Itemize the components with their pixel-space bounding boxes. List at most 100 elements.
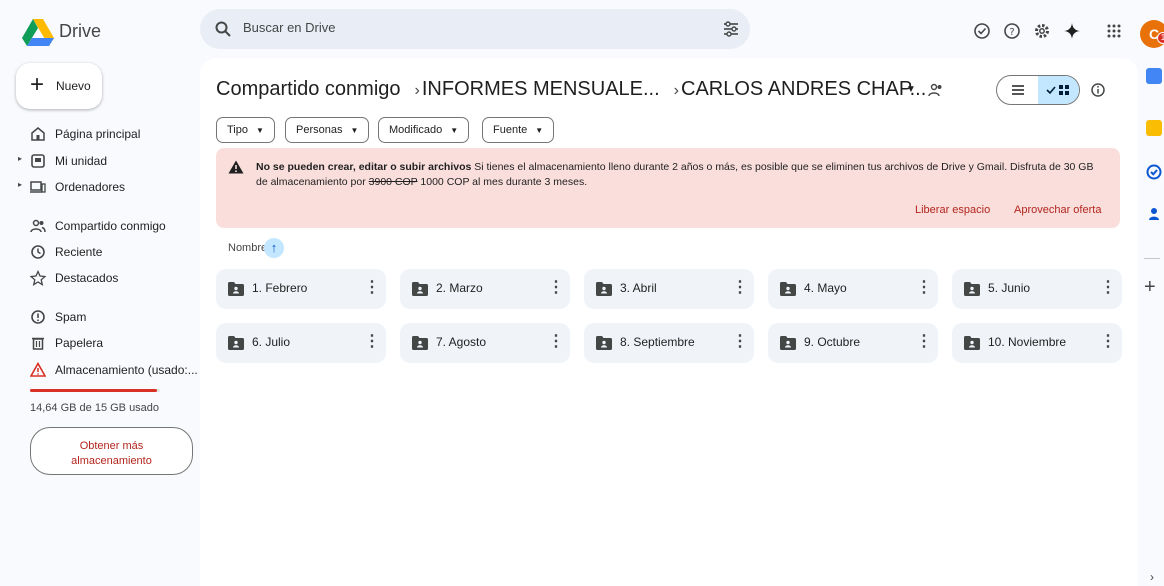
- filter-label: Modificado: [389, 124, 443, 136]
- more-options-icon[interactable]: ⋮: [364, 278, 380, 298]
- sidebar-item-shared[interactable]: Compartido conmigo: [0, 213, 200, 239]
- more-options-icon[interactable]: ⋮: [548, 332, 564, 352]
- expand-arrow-icon[interactable]: ▸: [18, 154, 22, 163]
- offline-status-icon[interactable]: [973, 22, 991, 40]
- sort-direction-arrow-icon[interactable]: ↑: [264, 238, 284, 258]
- list-view-button[interactable]: [997, 76, 1038, 104]
- shared-folder-icon: [596, 282, 612, 296]
- sidebar-item-label: Spam: [55, 310, 87, 324]
- sidebar-item-recent[interactable]: Reciente: [0, 239, 200, 265]
- more-options-icon[interactable]: ⋮: [916, 332, 932, 352]
- folder-card[interactable]: 3. Abril ⋮: [584, 269, 754, 309]
- computer-icon: [30, 181, 46, 193]
- sidebar-item-home[interactable]: Página principal: [0, 121, 200, 147]
- sidebar-item-starred[interactable]: Destacados: [0, 265, 200, 291]
- more-options-icon[interactable]: ⋮: [1100, 278, 1116, 298]
- folder-card[interactable]: 5. Junio ⋮: [952, 269, 1122, 309]
- sort-by-name[interactable]: Nombre: [228, 242, 267, 254]
- folder-menu-dropdown-icon[interactable]: ▼: [906, 84, 916, 95]
- breadcrumb-item[interactable]: Compartido conmigo: [216, 78, 401, 100]
- expand-arrow-icon[interactable]: ▸: [18, 180, 22, 189]
- get-more-storage-button[interactable]: Obtener más almacenamiento: [30, 427, 193, 475]
- folder-card[interactable]: 1. Febrero ⋮: [216, 269, 386, 309]
- accept-offer-link[interactable]: Aprovechar oferta: [1014, 204, 1101, 216]
- app-name[interactable]: Drive: [59, 21, 101, 42]
- search-icon[interactable]: [214, 20, 232, 38]
- shared-folder-icon: [964, 282, 980, 296]
- more-options-icon[interactable]: ⋮: [1100, 332, 1116, 352]
- gemini-icon[interactable]: [1063, 22, 1081, 40]
- shared-people-icon[interactable]: [928, 82, 944, 98]
- sidebar-item-trash[interactable]: Papelera: [0, 330, 200, 356]
- storage-warning-banner: No se pueden crear, editar o subir archi…: [216, 148, 1120, 228]
- add-addon-icon[interactable]: +: [1144, 276, 1156, 299]
- grid-view-button[interactable]: [1038, 76, 1079, 104]
- chevron-down-icon: ▼: [256, 126, 264, 135]
- folder-card[interactable]: 8. Septiembre ⋮: [584, 323, 754, 363]
- filter-label: Tipo: [227, 124, 248, 136]
- apps-grid-icon[interactable]: [1105, 22, 1123, 40]
- sidebar-item-my-drive[interactable]: ▸ Mi unidad: [0, 148, 200, 174]
- more-options-icon[interactable]: ⋮: [732, 332, 748, 352]
- filter-label: Fuente: [493, 124, 528, 136]
- filter-type[interactable]: Tipo ▼: [216, 117, 275, 143]
- info-icon[interactable]: [1090, 82, 1106, 98]
- shared-icon: [30, 219, 46, 233]
- tasks-icon[interactable]: [1146, 164, 1162, 180]
- shared-folder-icon: [412, 282, 428, 296]
- main-content: Compartido conmigo › INFORMES MENSUALE... ›…: [200, 58, 1138, 586]
- filter-people[interactable]: Personas ▼: [285, 117, 370, 143]
- contacts-icon[interactable]: [1146, 206, 1162, 222]
- sidebar-item-spam[interactable]: Spam: [0, 304, 200, 330]
- collapse-panel-chevron-icon[interactable]: ›: [1150, 570, 1154, 584]
- free-space-link[interactable]: Liberar espacio: [915, 204, 990, 216]
- keep-icon[interactable]: [1146, 120, 1162, 136]
- avatar-badge: 1: [1157, 32, 1164, 44]
- settings-icon[interactable]: [1033, 22, 1051, 40]
- folder-card[interactable]: 9. Octubre ⋮: [768, 323, 938, 363]
- search-bar[interactable]: Buscar en Drive: [200, 9, 750, 49]
- warning-icon: [228, 160, 244, 174]
- folder-card[interactable]: 7. Agosto ⋮: [400, 323, 570, 363]
- clock-icon: [31, 245, 45, 259]
- banner-text: No se pueden crear, editar o subir archi…: [256, 160, 1106, 190]
- folder-name: 9. Octubre: [804, 335, 861, 349]
- list-view-icon: [1011, 85, 1024, 95]
- new-button[interactable]: + Nuevo: [16, 63, 102, 109]
- filter-source[interactable]: Fuente ▼: [482, 117, 555, 143]
- folder-card[interactable]: 6. Julio ⋮: [216, 323, 386, 363]
- folder-name: 6. Julio: [252, 335, 291, 349]
- drive-logo-icon[interactable]: [22, 19, 54, 47]
- spam-icon: [31, 310, 45, 324]
- shared-folder-icon: [596, 336, 612, 350]
- chevron-down-icon: ▼: [350, 126, 359, 135]
- sidebar-item-label: Ordenadores: [55, 180, 126, 194]
- more-options-icon[interactable]: ⋮: [548, 278, 564, 298]
- more-options-icon[interactable]: ⋮: [916, 278, 932, 298]
- folder-card[interactable]: 4. Mayo ⋮: [768, 269, 938, 309]
- banner-title: No se pueden crear, editar o subir archi…: [256, 161, 472, 173]
- breadcrumb-current[interactable]: CARLOS ANDRES CHAP...: [681, 78, 926, 100]
- sidebar-item-computers[interactable]: ▸ Ordenadores: [0, 174, 200, 200]
- chevron-down-icon: ▼: [535, 126, 544, 135]
- more-options-icon[interactable]: ⋮: [732, 278, 748, 298]
- folder-card[interactable]: 10. Noviembre ⋮: [952, 323, 1122, 363]
- breadcrumb-separator: ›: [414, 82, 420, 99]
- banner-old-price: 3900 COP: [368, 176, 418, 188]
- breadcrumb: Compartido conmigo › INFORMES MENSUALE... ›…: [216, 78, 928, 101]
- filter-modified[interactable]: Modificado ▼: [378, 117, 470, 143]
- breadcrumb-item[interactable]: INFORMES MENSUALE...: [422, 78, 660, 100]
- get-more-line2: almacenamiento: [71, 455, 152, 467]
- warning-icon: [30, 362, 46, 377]
- sidebar-item-label: Página principal: [55, 127, 141, 141]
- sidebar-item-storage[interactable]: Almacenamiento (usado:...: [0, 357, 200, 383]
- folder-name: 4. Mayo: [804, 281, 847, 295]
- calendar-icon[interactable]: [1146, 68, 1162, 84]
- banner-body-end: 1000 COP al mes durante 3 meses.: [417, 176, 588, 188]
- more-options-icon[interactable]: ⋮: [364, 332, 380, 352]
- folder-card[interactable]: 2. Marzo ⋮: [400, 269, 570, 309]
- sidebar-item-label: Destacados: [55, 271, 119, 285]
- help-icon[interactable]: ?: [1003, 22, 1021, 40]
- search-options-icon[interactable]: [722, 20, 740, 38]
- search-input[interactable]: Buscar en Drive: [243, 20, 335, 35]
